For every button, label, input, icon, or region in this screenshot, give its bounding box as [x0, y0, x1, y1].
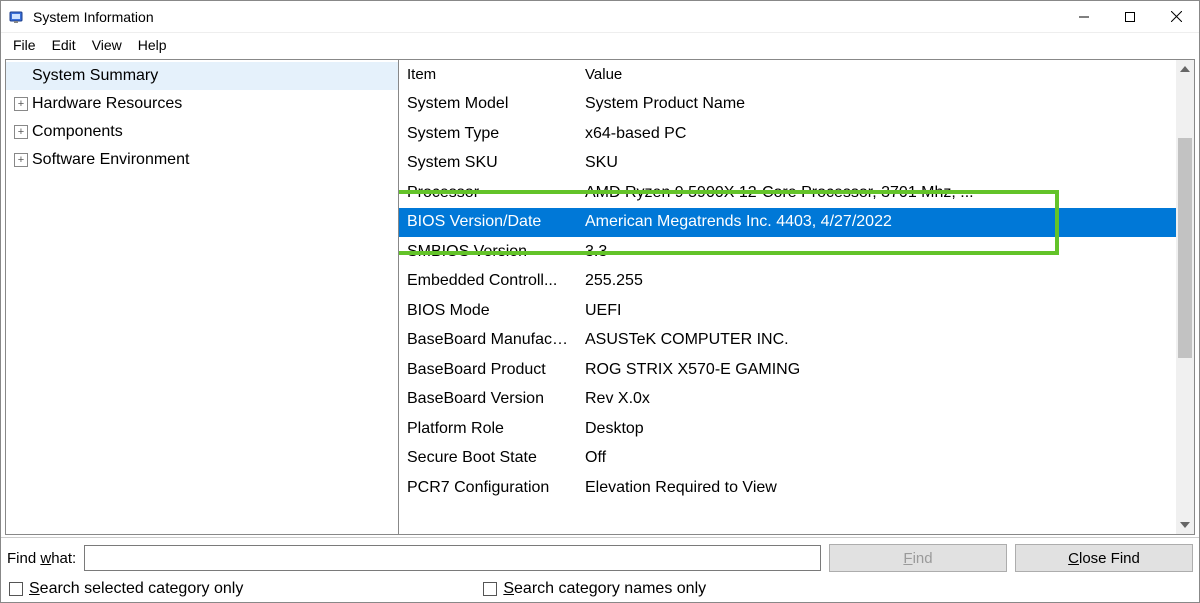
maximize-button[interactable]	[1107, 1, 1153, 33]
main-area: System Summary + Hardware Resources + Compon…	[5, 59, 1195, 535]
menubar: File Edit View Help	[1, 33, 1199, 57]
list-row[interactable]: BaseBoard ProductROG STRIX X570-E GAMING	[399, 355, 1176, 385]
tree-item[interactable]: System Summary	[6, 62, 398, 90]
value-cell: 255.255	[577, 269, 1176, 293]
value-cell: Elevation Required to View	[577, 476, 1176, 500]
value-cell: Desktop	[577, 417, 1176, 441]
tree-item-label: Hardware Resources	[32, 95, 182, 113]
item-cell: PCR7 Configuration	[399, 476, 577, 500]
item-cell: System Type	[399, 122, 577, 146]
list-row[interactable]: ProcessorAMD Ryzen 9 5900X 12-Core Proce…	[399, 178, 1176, 208]
close-button[interactable]	[1153, 1, 1199, 33]
scroll-down-arrow[interactable]	[1176, 516, 1194, 534]
expand-icon[interactable]: +	[14, 97, 28, 111]
titlebar: System Information	[1, 1, 1199, 33]
find-bar: Find what: Find Close Find Search select…	[1, 537, 1199, 602]
list-row[interactable]: BIOS Version/DateAmerican Megatrends Inc…	[399, 208, 1176, 238]
list-header[interactable]: ItemValue	[399, 60, 1176, 90]
checkbox-icon	[483, 582, 497, 596]
value-cell: x64-based PC	[577, 122, 1176, 146]
value-cell: ASUSTeK COMPUTER INC.	[577, 328, 1176, 352]
search-category-names-checkbox[interactable]: Search category names only	[483, 580, 706, 598]
item-cell: Processor	[399, 181, 577, 205]
item-cell: Secure Boot State	[399, 446, 577, 470]
item-cell: System SKU	[399, 151, 577, 175]
value-cell: System Product Name	[577, 92, 1176, 116]
value-cell: UEFI	[577, 299, 1176, 323]
value-cell: SKU	[577, 151, 1176, 175]
tree-item-label: Components	[32, 123, 123, 141]
value-cell: AMD Ryzen 9 5900X 12-Core Processor, 370…	[577, 181, 1176, 205]
item-cell: BIOS Version/Date	[399, 210, 577, 234]
checkbox-icon	[9, 582, 23, 596]
list-row[interactable]: Embedded Controll...255.255	[399, 267, 1176, 297]
expand-icon[interactable]: +	[14, 125, 28, 139]
item-cell: BaseBoard Manufact...	[399, 328, 577, 352]
tree-indent	[14, 69, 28, 83]
close-find-button[interactable]: Close Find	[1015, 544, 1193, 572]
menu-file[interactable]: File	[5, 35, 44, 55]
list-row[interactable]: BaseBoard VersionRev X.0x	[399, 385, 1176, 415]
menu-view[interactable]: View	[84, 35, 130, 55]
value-cell: Off	[577, 446, 1176, 470]
list-row[interactable]: System ModelSystem Product Name	[399, 90, 1176, 120]
minimize-button[interactable]	[1061, 1, 1107, 33]
value-cell: 3.3	[577, 240, 1176, 264]
list-row[interactable]: BIOS ModeUEFI	[399, 296, 1176, 326]
value-cell: American Megatrends Inc. 4403, 4/27/2022	[577, 210, 1176, 234]
list-row[interactable]: SMBIOS Version3.3	[399, 237, 1176, 267]
list-scroll[interactable]: ItemValueSystem ModelSystem Product Name…	[399, 60, 1176, 534]
value-cell: ROG STRIX X570-E GAMING	[577, 358, 1176, 382]
list-row[interactable]: Platform RoleDesktop	[399, 414, 1176, 444]
tree-item-label: Software Environment	[32, 151, 189, 169]
column-header[interactable]: Value	[577, 62, 1176, 87]
item-cell: BIOS Mode	[399, 299, 577, 323]
tree-item-label: System Summary	[32, 67, 158, 85]
item-cell: BaseBoard Version	[399, 387, 577, 411]
find-input[interactable]	[84, 545, 821, 571]
item-cell: BaseBoard Product	[399, 358, 577, 382]
scroll-up-arrow[interactable]	[1176, 60, 1194, 78]
tree-item[interactable]: + Software Environment	[6, 146, 398, 174]
scroll-thumb[interactable]	[1178, 138, 1192, 358]
window-title: System Information	[33, 9, 154, 25]
app-icon	[9, 9, 25, 25]
item-cell: SMBIOS Version	[399, 240, 577, 264]
find-button[interactable]: Find	[829, 544, 1007, 572]
menu-help[interactable]: Help	[130, 35, 175, 55]
item-cell: Embedded Controll...	[399, 269, 577, 293]
value-cell: Rev X.0x	[577, 387, 1176, 411]
item-cell: Platform Role	[399, 417, 577, 441]
find-label: Find what:	[7, 550, 76, 567]
menu-edit[interactable]: Edit	[44, 35, 84, 55]
tree-item[interactable]: + Hardware Resources	[6, 90, 398, 118]
list-row[interactable]: System Typex64-based PC	[399, 119, 1176, 149]
search-selected-category-checkbox[interactable]: Search selected category only	[9, 580, 243, 598]
tree-item[interactable]: + Components	[6, 118, 398, 146]
list-row[interactable]: Secure Boot StateOff	[399, 444, 1176, 474]
item-cell: System Model	[399, 92, 577, 116]
tree-pane[interactable]: System Summary + Hardware Resources + Compon…	[5, 59, 399, 535]
list-row[interactable]: PCR7 ConfigurationElevation Required to …	[399, 473, 1176, 503]
list-row[interactable]: System SKUSKU	[399, 149, 1176, 179]
list-pane: ItemValueSystem ModelSystem Product Name…	[399, 59, 1195, 535]
vertical-scrollbar[interactable]	[1176, 60, 1194, 534]
column-header[interactable]: Item	[399, 62, 577, 87]
list-row[interactable]: BaseBoard Manufact...ASUSTeK COMPUTER IN…	[399, 326, 1176, 356]
expand-icon[interactable]: +	[14, 153, 28, 167]
